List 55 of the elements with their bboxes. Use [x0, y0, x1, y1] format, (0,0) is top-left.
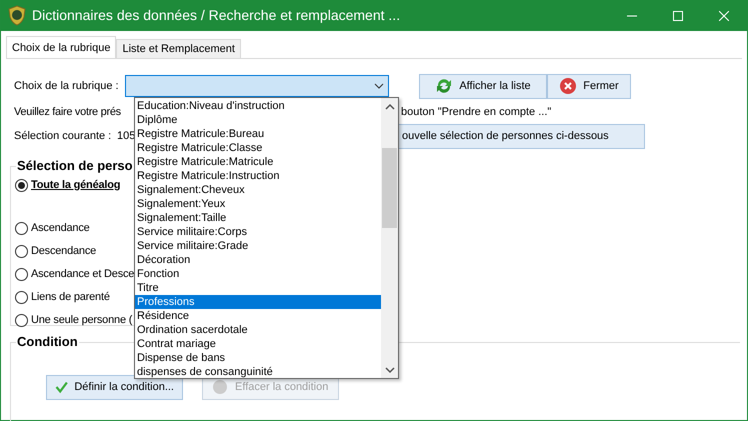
dropdown-item[interactable]: Education:Niveau d'instruction [135, 99, 381, 113]
dropdown-item[interactable]: Décoration [135, 253, 381, 267]
radio-label: Toute la généalog [31, 178, 120, 193]
dropdown-item[interactable]: Signalement:Taille [135, 211, 381, 225]
dropdown-item[interactable]: Résidence [135, 309, 381, 323]
dropdown-item[interactable]: Titre [135, 281, 381, 295]
dropdown-item[interactable]: Diplôme [135, 113, 381, 127]
chevron-up-icon [384, 103, 394, 111]
close-icon [559, 77, 578, 95]
dropdown-item[interactable]: Dispense de bans [135, 351, 381, 365]
circle-icon [211, 378, 229, 396]
radio-button[interactable] [15, 314, 28, 326]
field-label: Sélection courante : [14, 128, 112, 144]
instruction-text: Veuillez faire votre prés [14, 105, 121, 120]
button[interactable]: ouvelle sélection de personnes ci-dessous [397, 124, 645, 148]
scrollbar-thumb[interactable] [382, 148, 397, 228]
dropdown-item[interactable]: Fonction [135, 267, 381, 281]
dropdown-item[interactable]: Registre Matricule:Bureau [135, 127, 381, 141]
radio-button[interactable] [15, 222, 28, 234]
radio-label: Ascendance [31, 220, 90, 236]
dropdown-item[interactable]: Service militaire:Corps [135, 225, 381, 239]
field-label: Choix de la rubrique : [14, 78, 120, 94]
close-icon [719, 10, 729, 20]
radio-button[interactable] [15, 290, 28, 304]
dropdown-item[interactable]: Registre Matricule:Matricule [135, 155, 381, 169]
dropdown-item[interactable]: Contrat mariage [135, 337, 381, 351]
dropdown-item[interactable]: Ordination sacerdotale [135, 323, 381, 337]
dropdown-item[interactable]: Registre Matricule:Instruction [135, 169, 381, 183]
window-title: Dictionnaires des données / Recherche et remplacement ... [32, 6, 400, 25]
group-title: Sélection de perso [16, 158, 134, 174]
maximize-icon [673, 10, 683, 20]
chevron-down-icon [384, 366, 394, 374]
dropdown-item[interactable]: Registre Matricule:Classe [135, 141, 381, 155]
refresh-icon [435, 77, 454, 95]
tab[interactable]: Choix de la rubrique [6, 36, 116, 58]
button[interactable]: Fermer [547, 74, 631, 98]
dropdown-field[interactable] [125, 75, 389, 97]
dropdown-item[interactable]: Service militaire:Grade [135, 239, 381, 253]
group-title: Condition [16, 334, 79, 350]
radio-label: Liens de parenté [31, 290, 110, 305]
button[interactable]: Afficher la liste [419, 74, 547, 98]
radio-button[interactable] [15, 178, 28, 192]
dropdown-item[interactable]: Signalement:Cheveux [135, 183, 381, 197]
scrollbar[interactable] [381, 98, 398, 378]
dropdown-item[interactable]: Signalement:Yeux [135, 197, 381, 211]
tab[interactable]: Liste et Remplacement [116, 39, 241, 58]
dropdown-item[interactable]: Professions [135, 295, 381, 309]
instruction-text: bouton "Prendre en compte ..." [401, 105, 552, 120]
radio-label: Une seule personne ( [31, 312, 132, 328]
radio-label: Ascendance et Desce [31, 266, 134, 282]
radio-button[interactable] [15, 244, 28, 258]
chevron-down-icon [374, 83, 384, 89]
shield-icon [8, 5, 26, 26]
radio-label: Descendance [31, 244, 96, 259]
radio-button[interactable] [15, 268, 28, 280]
